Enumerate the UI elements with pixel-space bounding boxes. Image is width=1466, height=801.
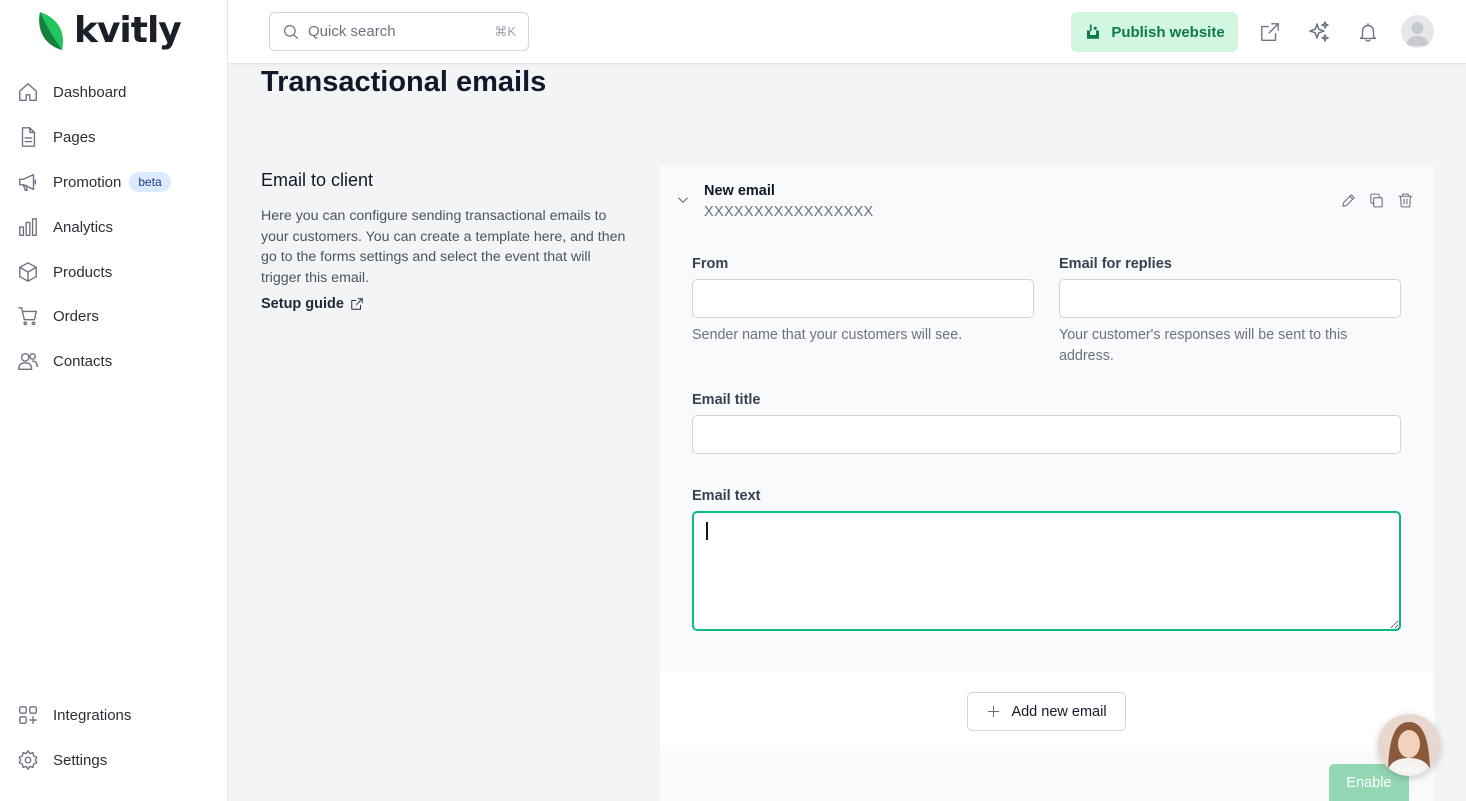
search-input[interactable] bbox=[308, 23, 478, 40]
avatar[interactable] bbox=[1401, 15, 1434, 48]
add-new-email-button[interactable]: Add new email bbox=[967, 692, 1126, 731]
add-new-email-label: Add new email bbox=[1011, 703, 1107, 720]
sidebar-item-label: Contacts bbox=[53, 352, 113, 370]
cart-icon bbox=[16, 304, 40, 328]
top-header: ⌘K Publish website bbox=[228, 0, 1466, 64]
sidebar-item-integrations[interactable]: Integrations bbox=[16, 699, 131, 731]
sidebar-item-products[interactable]: Products bbox=[16, 256, 112, 288]
sidebar-item-promotion[interactable]: Promotion beta bbox=[16, 166, 171, 198]
support-agent-photo-icon: kvitly bbox=[1378, 714, 1440, 776]
publish-icon bbox=[1087, 24, 1100, 39]
sidebar-item-orders[interactable]: Orders bbox=[16, 300, 99, 332]
megaphone-icon bbox=[16, 170, 40, 194]
trash-icon[interactable] bbox=[1395, 190, 1415, 210]
from-help: Sender name that your customers will see… bbox=[692, 327, 963, 343]
sidebar-item-label: Promotion bbox=[53, 173, 122, 191]
ai-sparkles-icon[interactable] bbox=[1306, 19, 1332, 45]
from-input[interactable] bbox=[692, 279, 1034, 318]
setup-guide-link[interactable]: Setup guide bbox=[261, 296, 364, 312]
sidebar-item-label: Settings bbox=[53, 751, 108, 769]
sidebar-item-label: Orders bbox=[53, 307, 99, 325]
sidebar-item-contacts[interactable]: Contacts bbox=[16, 345, 112, 377]
section-title: Email to client bbox=[261, 170, 374, 190]
replies-label: Email for replies bbox=[1059, 256, 1172, 272]
sidebar-item-settings[interactable]: Settings bbox=[16, 744, 107, 776]
home-icon bbox=[16, 80, 40, 104]
card-footer bbox=[660, 751, 1434, 801]
publish-website-button[interactable]: Publish website bbox=[1071, 12, 1238, 52]
chevron-down-icon[interactable] bbox=[676, 193, 690, 212]
quick-search[interactable]: ⌘K bbox=[269, 12, 529, 51]
sidebar-item-label: Pages bbox=[53, 128, 96, 146]
sidebar-item-pages[interactable]: Pages bbox=[16, 121, 96, 153]
sidebar-item-label: Products bbox=[53, 263, 113, 281]
sidebar-item-label: Analytics bbox=[53, 218, 114, 236]
email-title-input[interactable] bbox=[692, 415, 1401, 454]
support-chat-avatar[interactable]: kvitly bbox=[1378, 714, 1440, 776]
email-name: New email bbox=[704, 183, 775, 199]
document-icon bbox=[16, 125, 40, 149]
email-text-area[interactable] bbox=[692, 511, 1401, 631]
search-shortcut: ⌘K bbox=[494, 23, 516, 39]
duplicate-icon[interactable] bbox=[1366, 190, 1386, 210]
sidebar-item-label: Integrations bbox=[53, 706, 132, 724]
bell-icon[interactable] bbox=[1355, 19, 1381, 45]
enable-label: Enable bbox=[1346, 774, 1392, 791]
add-email-area: Add new email bbox=[660, 672, 1434, 751]
text-cursor bbox=[706, 522, 708, 540]
from-label: From bbox=[692, 256, 729, 272]
section-description: Here you can configure sending transacti… bbox=[261, 208, 626, 286]
logo[interactable]: kvitly bbox=[36, 10, 182, 52]
email-card: New email XXXXXXXXXXXXXXXXX From Sender … bbox=[660, 165, 1434, 801]
box-icon bbox=[16, 260, 40, 284]
sidebar-item-label: Dashboard bbox=[53, 83, 127, 101]
page-title: Transactional emails bbox=[261, 66, 547, 98]
email-title-label: Email title bbox=[692, 392, 761, 408]
leaf-logo-icon bbox=[39, 12, 64, 50]
plus-icon bbox=[988, 705, 1000, 718]
beta-badge: beta bbox=[129, 172, 171, 192]
replies-help: Your customer's responses will be sent t… bbox=[1059, 327, 1348, 364]
brand-name: kvitly bbox=[74, 10, 182, 51]
email-text-label: Email text bbox=[692, 488, 761, 504]
open-site-icon[interactable] bbox=[1257, 19, 1283, 45]
email-subtitle: XXXXXXXXXXXXXXXXX bbox=[704, 204, 874, 220]
user-avatar-icon bbox=[1406, 22, 1429, 46]
gear-icon bbox=[16, 748, 40, 772]
grid-plus-icon bbox=[16, 703, 40, 727]
setup-guide-label: Setup guide bbox=[261, 296, 344, 312]
search-icon bbox=[284, 24, 299, 39]
svg-text:kvitly: kvitly bbox=[1397, 765, 1422, 775]
sidebar: kvitly Dashboard Pages Promotion beta An… bbox=[0, 0, 228, 801]
publish-label: Publish website bbox=[1111, 23, 1225, 41]
sidebar-item-analytics[interactable]: Analytics bbox=[16, 211, 113, 243]
replies-input[interactable] bbox=[1059, 279, 1401, 318]
email-form-area: New email XXXXXXXXXXXXXXXXX From Sender … bbox=[660, 165, 1434, 672]
bar-chart-icon bbox=[16, 215, 40, 239]
external-link-icon bbox=[351, 298, 363, 310]
users-icon bbox=[16, 349, 40, 373]
sidebar-item-dashboard[interactable]: Dashboard bbox=[16, 76, 126, 108]
edit-icon[interactable] bbox=[1338, 190, 1358, 210]
